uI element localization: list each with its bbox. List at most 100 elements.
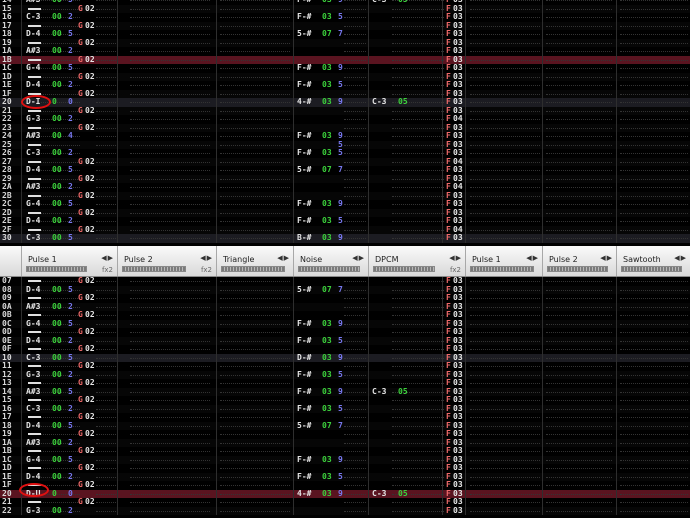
noise-volume: 9 bbox=[338, 199, 343, 208]
pattern-row[interactable]: 1A A#3 00 2 F 03 bbox=[0, 438, 690, 447]
pattern-row[interactable]: 21 G 02 F 03 bbox=[0, 105, 690, 115]
pattern-row[interactable]: 0C G-4 00 5 F-# 03 9 F 03 bbox=[0, 318, 690, 328]
pattern-row[interactable]: 0F G 02 F 03 bbox=[0, 344, 690, 354]
pattern-row[interactable]: 1B G 02 F 03 bbox=[0, 446, 690, 456]
pattern-row[interactable]: 2C G-4 00 5 F-# 03 9 F 03 bbox=[0, 199, 690, 209]
effect-column-arrows-icon[interactable]: ◀▶ bbox=[526, 254, 539, 262]
pattern-row[interactable]: 16 C-3 00 2 F-# 03 5 F 03 bbox=[0, 12, 690, 22]
pattern-row[interactable]: 0B G 02 F 03 bbox=[0, 310, 690, 320]
pattern-row[interactable]: 1C G-4 00 5 F-# 03 9 F 03 bbox=[0, 63, 690, 73]
pattern-row[interactable]: 11 G 02 F 03 bbox=[0, 361, 690, 371]
pattern-row[interactable]: 1C G-4 00 5 F-# 03 9 F 03 bbox=[0, 454, 690, 464]
pulse1-effect-command: G bbox=[78, 105, 83, 115]
pattern-row[interactable]: 2B G 02 F 03 bbox=[0, 191, 690, 200]
channel-header-7[interactable]: Sawtooth ◀▶ bbox=[616, 246, 690, 276]
pattern-row[interactable]: 0A A#3 00 2 F 03 bbox=[0, 302, 690, 311]
note-release-marker bbox=[28, 228, 41, 231]
pulse1-effect-command: G bbox=[78, 156, 83, 166]
pattern-editor-top[interactable]: 14A#3005F-#039C-305F0315G02F0316C-3002F-… bbox=[0, 0, 690, 246]
pattern-row[interactable]: 1E D-4 00 2 F-# 03 5 F 03 bbox=[0, 80, 690, 90]
channel-header-2[interactable]: Triangle ◀▶ bbox=[216, 246, 293, 276]
pattern-row[interactable]: 1B G 02 F 03 bbox=[0, 55, 690, 64]
channel-header-4[interactable]: DPCM ◀▶ fx2 bbox=[368, 246, 465, 276]
channel-header-1[interactable]: Pulse 2 ◀▶ fx2 bbox=[117, 246, 216, 276]
pattern-row[interactable]: 22 G-3 00 2 F 03 bbox=[0, 506, 690, 515]
pattern-row[interactable]: 08 D-4 00 5 5-# 07 7 F 03 bbox=[0, 285, 690, 294]
pulse1-effect-command: G bbox=[78, 378, 83, 387]
channel-header-6[interactable]: Pulse 2 ◀▶ bbox=[542, 246, 616, 276]
noise-note: F-# bbox=[297, 335, 312, 345]
channel-divider bbox=[117, 277, 118, 515]
dpcm-instrument: 05 bbox=[398, 488, 408, 498]
effect-column-arrows-icon[interactable]: ◀▶ bbox=[200, 254, 213, 262]
pattern-row[interactable]: 30 C-3 00 5 B-# 03 9 F 03 bbox=[0, 233, 690, 243]
channel-divider bbox=[293, 0, 294, 243]
pattern-row[interactable]: 18 D-4 00 5 5-# 07 7 F 03 bbox=[0, 421, 690, 430]
channel-volume-meter bbox=[26, 266, 87, 272]
pattern-row[interactable]: 2F G 02 F 04 bbox=[0, 225, 690, 234]
pattern-row[interactable]: 1D G 02 F 03 bbox=[0, 72, 690, 81]
pattern-row[interactable]: 07 G 02 F 03 bbox=[0, 276, 690, 286]
noise-volume: 5 bbox=[338, 12, 343, 21]
channel-name: Noise bbox=[300, 255, 323, 264]
pattern-row[interactable]: 17 G 02 F 03 bbox=[0, 21, 690, 30]
effect-column-arrows-icon[interactable]: ◀▶ bbox=[449, 254, 462, 262]
pattern-row[interactable]: 22 G-3 00 2 F 04 bbox=[0, 114, 690, 124]
effect-column-arrows-icon[interactable]: ◀▶ bbox=[600, 254, 613, 262]
pattern-row[interactable]: 20 D-U 0 0 4-# 03 9 C-3 05 F 03 bbox=[0, 488, 690, 498]
pattern-row[interactable]: 20 D-I 0 0 4-# 03 9 C-3 05 F 03 bbox=[0, 97, 690, 107]
pattern-row[interactable]: 19 G 02 F 03 bbox=[0, 38, 690, 47]
pattern-row[interactable]: 17 G 02 F 03 bbox=[0, 412, 690, 422]
noise-instrument: 03 bbox=[322, 471, 332, 481]
note-release-marker bbox=[28, 416, 41, 418]
pattern-row[interactable]: 25 5 F 03 bbox=[0, 140, 690, 149]
pattern-row[interactable]: 23 G 02 F 03 bbox=[0, 123, 690, 132]
pattern-row[interactable]: 26 C-3 00 2 F-# 03 5 F 03 bbox=[0, 148, 690, 158]
pattern-row[interactable]: 15 G 02 F 03 bbox=[0, 395, 690, 405]
fx-column-count: fx2 bbox=[101, 266, 113, 274]
pattern-editor-bottom[interactable]: Pulse 1 ◀▶ fx2 Pulse 2 ◀▶ fx2 Triangle ◀▶ Noise ◀… bbox=[0, 246, 690, 518]
pattern-row[interactable]: 13 G 02 F 03 bbox=[0, 378, 690, 388]
pattern-row[interactable]: 2D G 02 F 03 bbox=[0, 208, 690, 217]
pattern-row[interactable]: 09 G 02 F 03 bbox=[0, 293, 690, 303]
pulse1-note: G-4 bbox=[26, 454, 41, 464]
pattern-row[interactable]: 27 G 02 F 04 bbox=[0, 156, 690, 166]
channel-header-5[interactable]: Pulse 1 ◀▶ bbox=[465, 246, 542, 276]
effect-column-arrows-icon[interactable]: ◀▶ bbox=[277, 254, 290, 262]
effect-column-arrows-icon[interactable]: ◀▶ bbox=[352, 254, 365, 262]
channel-header-0[interactable]: Pulse 1 ◀▶ fx2 bbox=[21, 246, 117, 276]
effect-column-arrows-icon[interactable]: ◀▶ bbox=[674, 254, 687, 262]
pattern-row[interactable]: 21 G 02 F 03 bbox=[0, 497, 690, 507]
channel-header-3[interactable]: Noise ◀▶ bbox=[293, 246, 368, 276]
pattern-row[interactable]: 12 G-3 00 2 F-# 03 5 F 03 bbox=[0, 370, 690, 379]
pulse1-effect-value: 02 bbox=[85, 173, 95, 183]
pulse1-instrument: 00 bbox=[52, 318, 62, 328]
pulse1-effect-command: G bbox=[78, 480, 83, 489]
pattern-row[interactable]: 1F G 02 F 03 bbox=[0, 89, 690, 98]
pulse1-volume: 0 bbox=[68, 97, 73, 106]
pulse1-volume: 5 bbox=[68, 63, 73, 72]
pattern-row[interactable]: 16 C-3 00 2 F-# 03 5 F 03 bbox=[0, 404, 690, 413]
pattern-row[interactable]: 24 A#3 00 4 F-# 03 9 F 03 bbox=[0, 131, 690, 141]
note-release-marker bbox=[28, 297, 41, 299]
pattern-row[interactable]: 1A A#3 00 2 F 03 bbox=[0, 46, 690, 56]
pattern-row[interactable]: 2E D-4 00 2 F-# 03 5 F 03 bbox=[0, 216, 690, 226]
pulse1-effect-command: G bbox=[78, 344, 83, 353]
pattern-row[interactable]: 10 C-3 00 5 D-# 03 9 F 03 bbox=[0, 353, 690, 362]
pattern-row[interactable]: 1D G 02 F 03 bbox=[0, 463, 690, 473]
pulse1-note: D-4 bbox=[26, 29, 41, 38]
pattern-row[interactable]: 1E D-4 00 2 F-# 03 5 F 03 bbox=[0, 471, 690, 481]
pattern-row[interactable]: 1F G 02 F 03 bbox=[0, 480, 690, 490]
pattern-row[interactable]: 29 G 02 F 03 bbox=[0, 173, 690, 183]
pattern-row[interactable]: 28 D-4 00 5 5-# 07 7 F 03 bbox=[0, 165, 690, 175]
pattern-row[interactable]: 19 G 02 F 03 bbox=[0, 429, 690, 439]
pulse1-volume: 2 bbox=[68, 148, 73, 157]
pattern-row[interactable]: 15 G 02 F 03 bbox=[0, 4, 690, 13]
pattern-row[interactable]: 2A A#3 00 2 F 04 bbox=[0, 182, 690, 192]
noise-note: F-# bbox=[297, 318, 312, 328]
pattern-row[interactable]: 18 D-4 00 5 5-# 07 7 F 03 bbox=[0, 29, 690, 39]
pattern-row[interactable]: 14A#3005F-#039C-305F03 bbox=[0, 387, 690, 396]
pattern-row[interactable]: 0D G 02 F 03 bbox=[0, 327, 690, 337]
effect-column-arrows-icon[interactable]: ◀▶ bbox=[101, 254, 114, 262]
pattern-row[interactable]: 0E D-4 00 2 F-# 03 5 F 03 bbox=[0, 335, 690, 345]
